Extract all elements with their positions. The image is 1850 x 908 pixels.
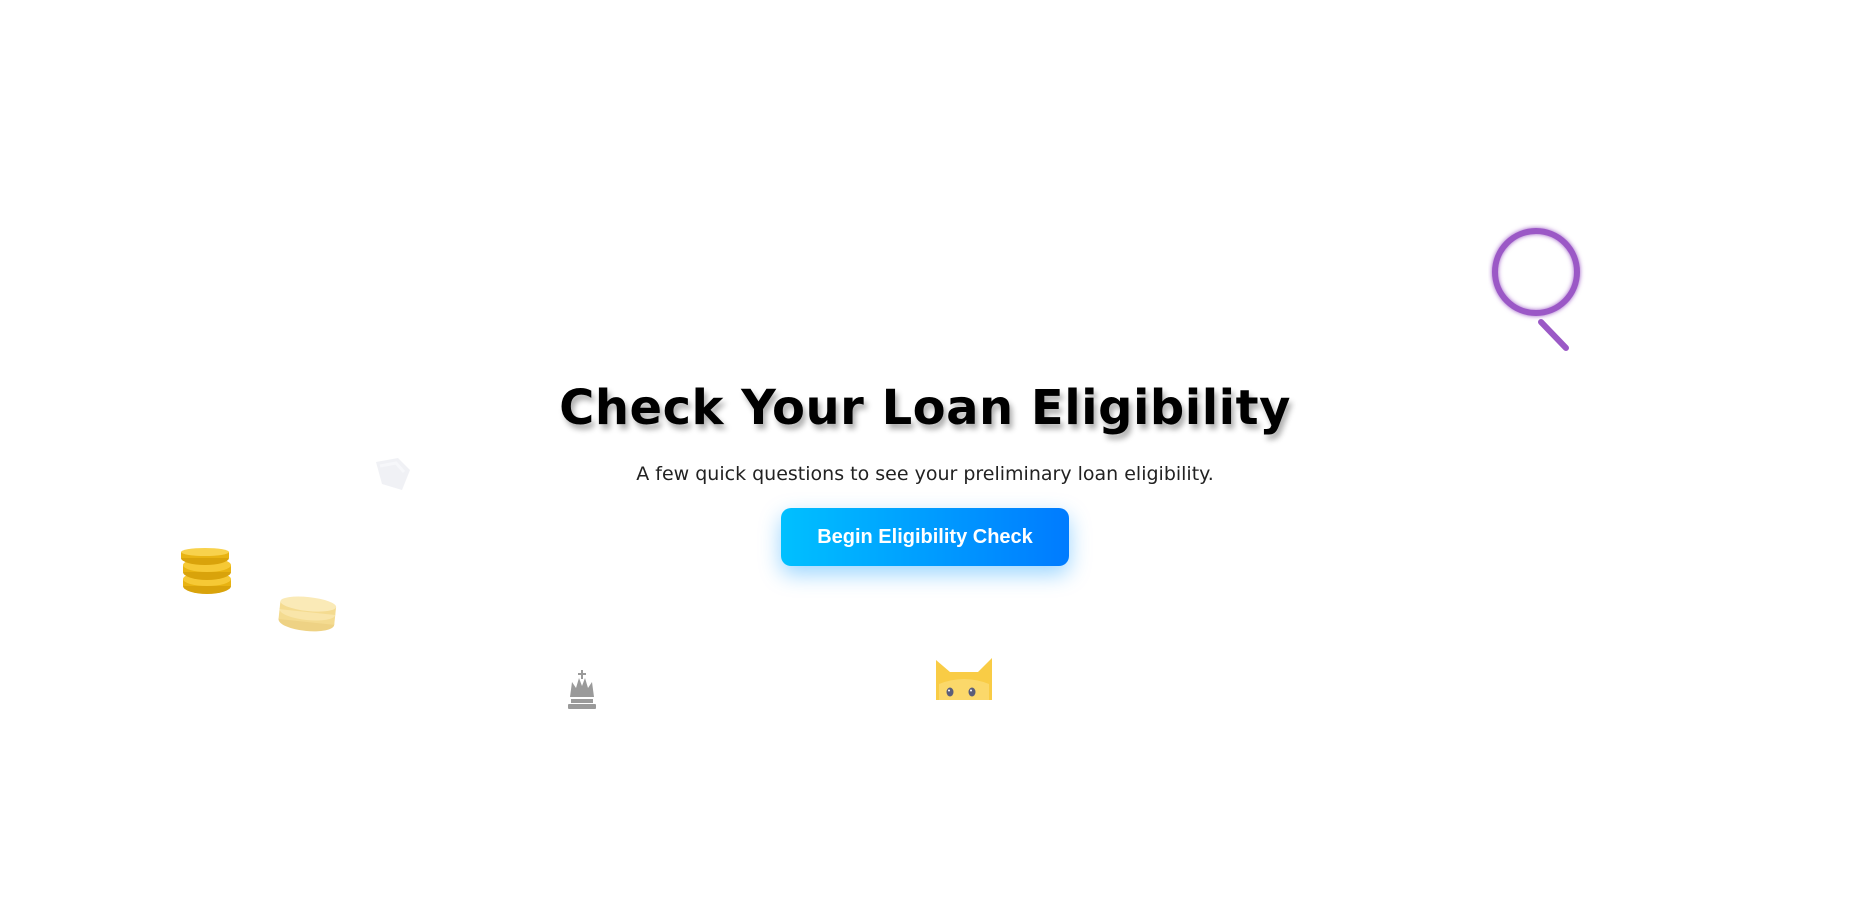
chess-king-icon [568, 670, 596, 709]
magnifier-icon [1492, 228, 1580, 351]
hero-section: Check Your Loan Eligibility A few quick … [0, 380, 1850, 566]
page-subtitle: A few quick questions to see your prelim… [636, 463, 1214, 485]
cat-icon [936, 658, 992, 700]
page-title: Check Your Loan Eligibility [559, 380, 1291, 436]
coin-stack-faded-icon [278, 596, 337, 632]
landing-page: Check Your Loan Eligibility A few quick … [0, 0, 1850, 908]
begin-eligibility-check-button[interactable]: Begin Eligibility Check [781, 508, 1069, 566]
